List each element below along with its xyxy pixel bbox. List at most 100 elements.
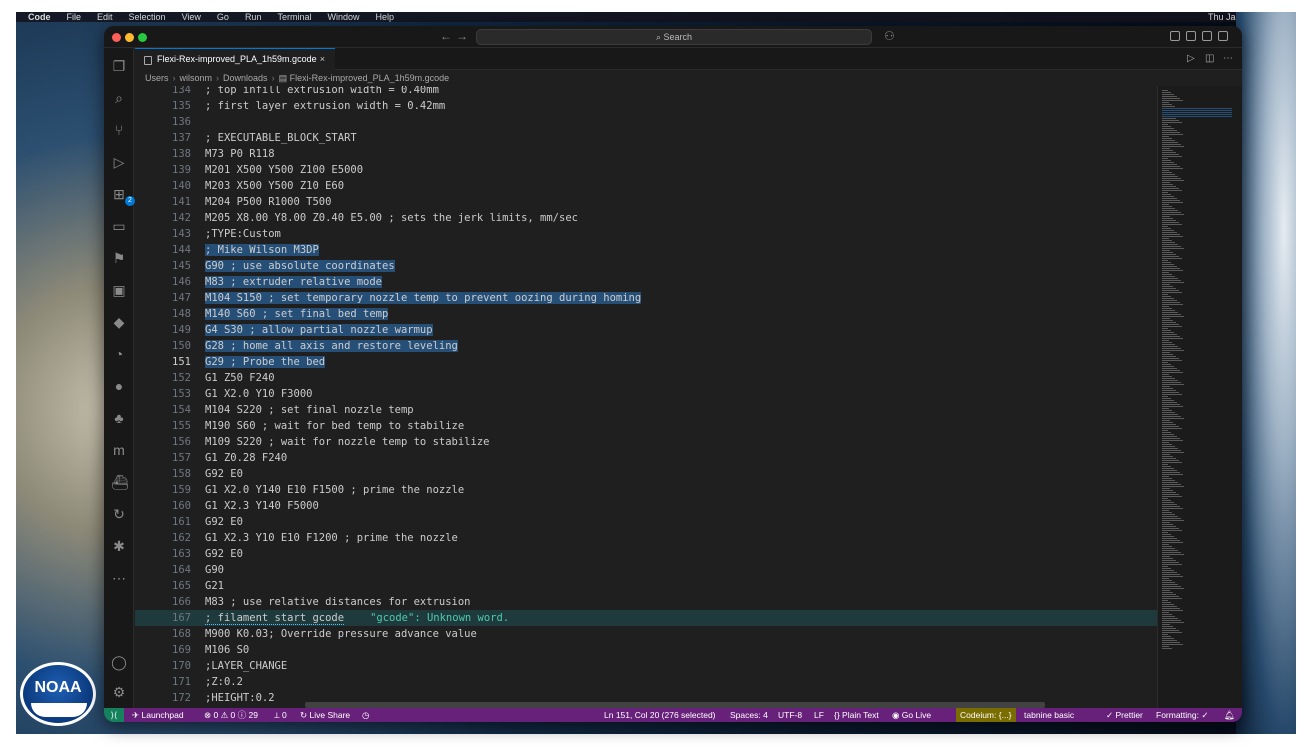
code-line[interactable]: 160 G1 X2.3 Y140 F5000 xyxy=(135,498,1157,514)
code-line[interactable]: 163 G92 E0 xyxy=(135,546,1157,562)
code-line[interactable]: 159 G1 X2.0 Y140 E10 F1500 ; prime the no… xyxy=(135,482,1157,498)
search-icon[interactable]: ⌕ xyxy=(111,90,127,106)
indentation[interactable]: Spaces: 4 xyxy=(730,708,768,722)
code-line[interactable]: 157 G1 Z0.28 F240 xyxy=(135,450,1157,466)
end-of-line[interactable]: LF xyxy=(814,708,824,722)
minimap[interactable] xyxy=(1157,86,1242,708)
github-icon[interactable]: ● xyxy=(111,378,127,394)
split-editor-icon[interactable]: ◫ xyxy=(1205,53,1214,65)
extensions-icon[interactable]: ⊞ 2 xyxy=(111,186,135,206)
code-line[interactable]: 169 M106 S0 xyxy=(135,642,1157,658)
menubar-item[interactable]: Run xyxy=(245,12,262,22)
breadcrumb-item[interactable]: Flexi-Rex-improved_PLA_1h59m.gcode xyxy=(290,73,450,83)
code-line[interactable]: 149 G4 S30 ; allow partial nozzle warmup xyxy=(135,322,1157,338)
remote-explorer-icon[interactable]: ▣ xyxy=(111,282,127,298)
alien-icon[interactable]: ✱ xyxy=(111,538,127,554)
code-line[interactable]: 167 ; filament start gcode "gcode": Unknow… xyxy=(135,610,1157,626)
more-icon[interactable]: ⋯ xyxy=(111,570,127,586)
menubar-item[interactable]: View xyxy=(182,12,201,22)
window-minimize-button[interactable] xyxy=(125,33,134,42)
code-line[interactable]: 141 M204 P500 R1000 T500 xyxy=(135,194,1157,210)
menubar-item[interactable]: Help xyxy=(375,12,394,22)
account-icon[interactable]: ◯ xyxy=(111,654,127,670)
code-line[interactable]: 168 M900 K0.03; Override pressure advance… xyxy=(135,626,1157,642)
menubar-item[interactable]: Selection xyxy=(129,12,166,22)
code-line[interactable]: 153 G1 X2.0 Y10 F3000 xyxy=(135,386,1157,402)
tab-gcode-file[interactable]: Flexi-Rex-improved_PLA_1h59m.gcode × xyxy=(135,48,335,70)
more-actions-icon[interactable]: ⋯ xyxy=(1223,53,1233,65)
cursor-position[interactable]: Ln 151, Col 20 (276 selected) xyxy=(604,708,716,722)
code-line[interactable]: 143 ;TYPE:Custom xyxy=(135,226,1157,242)
ports-indicator[interactable]: ⟂ 0 xyxy=(274,708,287,722)
run-icon[interactable]: ▷ xyxy=(1187,53,1195,65)
code-line[interactable]: 134 ; top infill extrusion width = 0.40mm xyxy=(135,86,1157,98)
folder-icon[interactable]: ▭ xyxy=(111,218,127,234)
go-live-item[interactable]: ◉ Go Live xyxy=(892,708,931,722)
toggle-sidebar-icon[interactable] xyxy=(1186,31,1196,41)
code-line[interactable]: 171 ;Z:0.2 xyxy=(135,674,1157,690)
forward-arrow-icon[interactable]: → xyxy=(456,29,468,43)
code-line[interactable]: 156 M109 S220 ; wait for nozzle temp to s… xyxy=(135,434,1157,450)
code-line[interactable]: 145 G90 ; use absolute coordinates xyxy=(135,258,1157,274)
history-icon[interactable]: ◷ xyxy=(362,708,369,722)
source-control-icon[interactable]: ⑂ xyxy=(111,122,127,138)
code-line[interactable]: 146 M83 ; extruder relative mode xyxy=(135,274,1157,290)
toggle-panel-icon[interactable] xyxy=(1202,31,1212,41)
m-icon[interactable]: m xyxy=(111,442,127,458)
code-line[interactable]: 142 M205 X8.00 Y8.00 Z0.40 E5.00 ; sets t… xyxy=(135,210,1157,226)
copilot-icon[interactable]: ⚇ xyxy=(884,29,895,43)
code-line[interactable]: 165 G21 xyxy=(135,578,1157,594)
code-line[interactable]: 154 M104 S220 ; set final nozzle temp xyxy=(135,402,1157,418)
menubar-item[interactable]: Go xyxy=(217,12,229,22)
codeium-status[interactable]: Codeium: {...} xyxy=(956,708,1016,722)
code-line[interactable]: 152 G1 Z50 F240 xyxy=(135,370,1157,386)
encoding[interactable]: UTF-8 xyxy=(778,708,802,722)
python-icon[interactable]: ◆ xyxy=(111,314,127,330)
code-line[interactable]: 166 M83 ; use relative distances for extr… xyxy=(135,594,1157,610)
code-line[interactable]: 144 ; Mike Wilson M3DP xyxy=(135,242,1157,258)
code-line[interactable]: 158 G92 E0 xyxy=(135,466,1157,482)
live-share-item[interactable]: ↻ Live Share xyxy=(300,708,350,722)
toggle-secondary-sidebar-icon[interactable] xyxy=(1218,31,1228,41)
settings-gear-icon[interactable]: ⚙ xyxy=(111,684,127,700)
menubar-item[interactable]: Window xyxy=(327,12,359,22)
formatting-status[interactable]: Formatting: ✓ xyxy=(1156,708,1208,722)
menubar-item[interactable]: File xyxy=(67,12,82,22)
code-line[interactable]: 139 M201 X500 Y500 Z100 E5000 xyxy=(135,162,1157,178)
code-editor[interactable]: 134 ; top infill extrusion width = 0.40mm… xyxy=(135,86,1157,708)
back-arrow-icon[interactable]: ← xyxy=(440,29,452,43)
bookmark-icon[interactable]: ⚑ xyxy=(111,250,127,266)
breadcrumb-item[interactable]: Users xyxy=(145,73,169,83)
code-line[interactable]: 155 M190 S60 ; wait for bed temp to stabi… xyxy=(135,418,1157,434)
code-line[interactable]: 161 G92 E0 xyxy=(135,514,1157,530)
code-line[interactable]: 137 ; EXECUTABLE_BLOCK_START xyxy=(135,130,1157,146)
menubar-item[interactable]: Code xyxy=(28,12,51,22)
code-line[interactable]: 170 ;LAYER_CHANGE xyxy=(135,658,1157,674)
command-center-search[interactable]: ⌕ Search xyxy=(476,29,872,45)
tabnine-status[interactable]: tabnine basic xyxy=(1024,708,1074,722)
code-line[interactable]: 148 M140 S60 ; set final bed temp xyxy=(135,306,1157,322)
notifications-bell-icon[interactable]: 🔔︎ xyxy=(1224,708,1235,722)
code-line[interactable]: 140 M203 X500 Y500 Z10 E60 xyxy=(135,178,1157,194)
window-maximize-button[interactable] xyxy=(138,33,147,42)
prettier-item[interactable]: ✓ Prettier xyxy=(1106,708,1143,722)
code-line[interactable]: 136 xyxy=(135,114,1157,130)
language-mode[interactable]: {} Plain Text xyxy=(834,708,879,722)
problems-indicator[interactable]: ⊗ 0 ⚠ 0 ⓘ 29 xyxy=(204,708,258,722)
tree-icon[interactable]: ♣ xyxy=(111,410,127,426)
code-line[interactable]: 164 G90 xyxy=(135,562,1157,578)
launchpad-item[interactable]: ✈ Launchpad xyxy=(132,708,184,722)
remote-indicator-icon[interactable]: ⟩⟨ xyxy=(104,708,124,722)
timeline-icon[interactable]: ◔ xyxy=(111,346,127,362)
explorer-icon[interactable]: ❐ xyxy=(111,58,127,74)
code-line[interactable]: 135 ; first layer extrusion width = 0.42m… xyxy=(135,98,1157,114)
close-tab-icon[interactable]: × xyxy=(320,49,325,70)
code-line[interactable]: 151 G29 ; Probe the bed xyxy=(135,354,1157,370)
code-line[interactable]: 138 M73 P0 R118 xyxy=(135,146,1157,162)
run-debug-icon[interactable]: ▷ xyxy=(111,154,127,170)
menubar-item[interactable]: Edit xyxy=(97,12,113,22)
code-line[interactable]: 147 M104 S150 ; set temporary nozzle temp… xyxy=(135,290,1157,306)
code-line[interactable]: 162 G1 X2.3 Y10 E10 F1200 ; prime the noz… xyxy=(135,530,1157,546)
window-close-button[interactable] xyxy=(112,33,121,42)
docker-icon[interactable]: ⛴ xyxy=(111,474,129,490)
